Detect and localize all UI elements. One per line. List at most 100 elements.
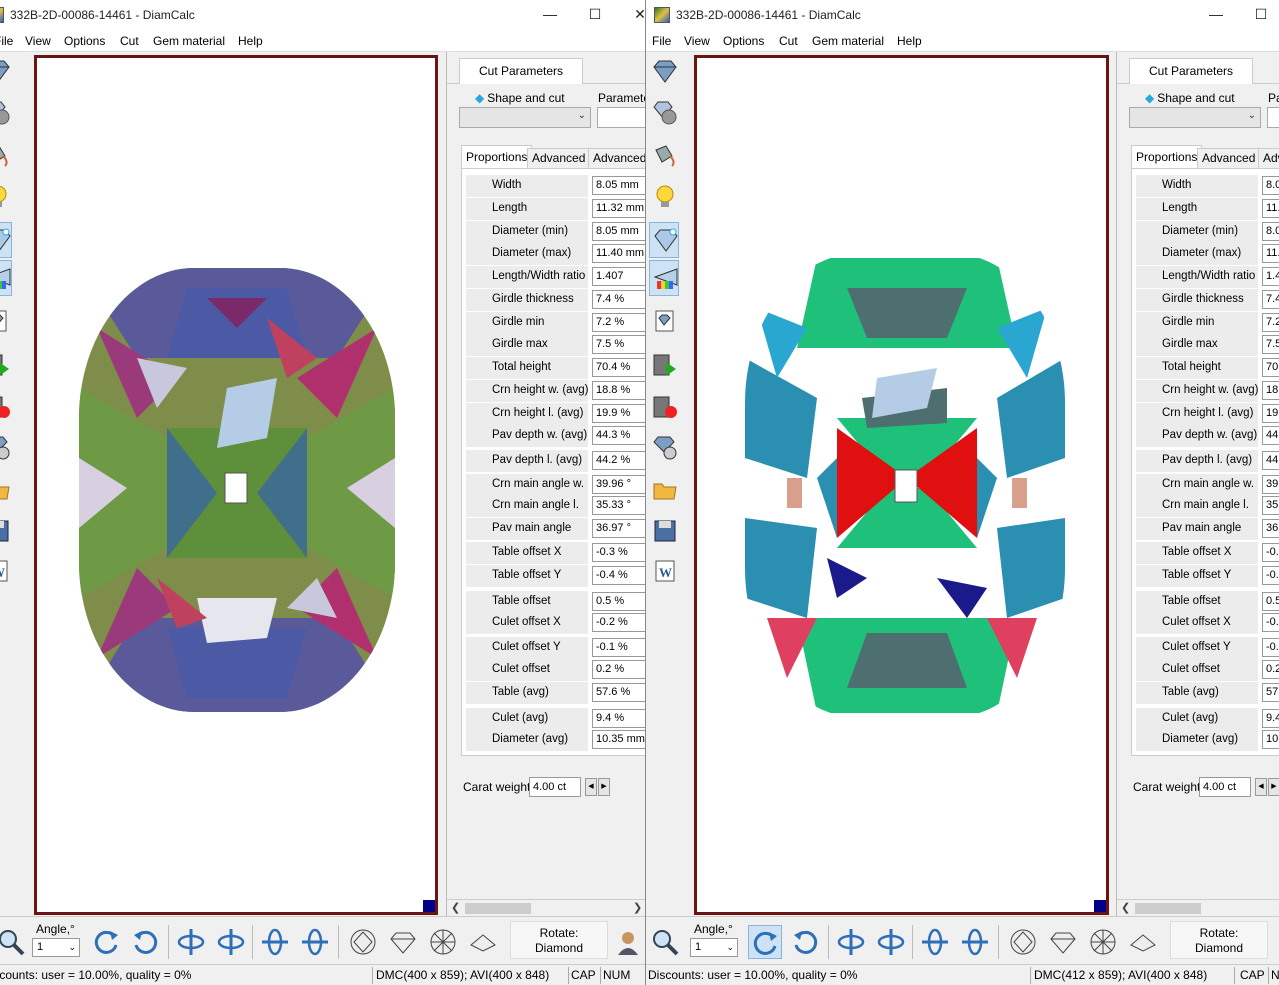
- parameter-input[interactable]: [1267, 107, 1279, 128]
- tab-advanced-1[interactable]: Advanced: [1197, 148, 1261, 169]
- video-play-tool[interactable]: [649, 348, 679, 384]
- property-value-field[interactable]: 8.05 mm: [592, 222, 645, 241]
- flip-horizontal-icon[interactable]: [174, 925, 208, 959]
- property-value-field[interactable]: 44.2: [1262, 451, 1279, 470]
- rotate-mode-box[interactable]: Rotate: Diamond: [510, 921, 608, 959]
- menu-file[interactable]: File: [652, 34, 671, 48]
- property-value-field[interactable]: 35.33 °: [592, 496, 645, 515]
- light-bulb-tool[interactable]: [0, 180, 12, 216]
- tab-proportions[interactable]: Proportions: [1131, 145, 1203, 169]
- property-value-field[interactable]: 70.4 %: [592, 358, 645, 377]
- horizontal-scrollbar[interactable]: ❮ ❯: [447, 899, 645, 916]
- side-view-icon[interactable]: [1046, 925, 1080, 959]
- property-value-field[interactable]: 36.97 °: [592, 519, 645, 538]
- video-record-tool[interactable]: [0, 390, 12, 426]
- shape-select[interactable]: ⌄: [1129, 107, 1261, 128]
- property-value-field[interactable]: 11.32 mm: [592, 199, 645, 218]
- menu-view[interactable]: View: [25, 34, 51, 48]
- property-value-field[interactable]: 1.407: [592, 267, 645, 286]
- diamond-view-tool[interactable]: [649, 54, 679, 90]
- spectrum-tool[interactable]: [0, 260, 12, 296]
- property-value-field[interactable]: 44.3: [1262, 426, 1279, 445]
- scroll-thumb[interactable]: [465, 903, 531, 914]
- light-bulb-tool[interactable]: [649, 180, 679, 216]
- carat-decrease-button[interactable]: ◀: [1255, 778, 1267, 796]
- property-value-field[interactable]: 0.5: [1262, 592, 1279, 611]
- diamond-ball-tool[interactable]: [0, 96, 12, 132]
- tab-cut-parameters[interactable]: Cut Parameters: [459, 58, 583, 84]
- rotate-mode-box[interactable]: Rotate: Diamond: [1170, 921, 1268, 959]
- property-value-field[interactable]: -0.1 %: [592, 638, 645, 657]
- report-tool[interactable]: [649, 304, 679, 340]
- tab-advanced-2[interactable]: Adv: [1258, 148, 1279, 169]
- diamond-view-viewport[interactable]: [694, 55, 1109, 915]
- carat-increase-button[interactable]: ▶: [1268, 778, 1279, 796]
- scroll-left-icon[interactable]: ❮: [1121, 901, 1130, 914]
- carat-weight-input[interactable]: 4.00 ct: [1199, 777, 1251, 797]
- word-export-tool[interactable]: W: [0, 554, 12, 590]
- flip-vertical-icon[interactable]: [918, 925, 952, 959]
- property-value-field[interactable]: 57.6 %: [592, 683, 645, 702]
- side-view-icon[interactable]: [386, 925, 420, 959]
- property-value-field[interactable]: 0.5 %: [592, 592, 645, 611]
- property-value-field[interactable]: -0.3: [1262, 543, 1279, 562]
- shape-select[interactable]: ⌄: [459, 107, 591, 128]
- video-record-tool[interactable]: [649, 390, 679, 426]
- property-value-field[interactable]: 7.2 %: [592, 313, 645, 332]
- diamond-sparkle-tool[interactable]: [649, 222, 679, 258]
- property-value-field[interactable]: 7.5 %: [592, 335, 645, 354]
- property-value-field[interactable]: -0.1: [1262, 638, 1279, 657]
- menu-cut[interactable]: Cut: [120, 34, 139, 48]
- angled-view-icon[interactable]: [466, 925, 500, 959]
- property-value-field[interactable]: 19.9: [1262, 404, 1279, 423]
- property-value-field[interactable]: 9.4 %: [592, 709, 645, 728]
- paint-bucket-tool[interactable]: [649, 138, 679, 174]
- parameter-input[interactable]: [597, 107, 645, 128]
- minimize-button[interactable]: —: [1206, 5, 1226, 23]
- diamond-settings-tool[interactable]: [0, 430, 12, 466]
- property-value-field[interactable]: 36.9: [1262, 519, 1279, 538]
- property-value-field[interactable]: -0.4 %: [592, 566, 645, 585]
- rotate-ccw-icon[interactable]: [128, 925, 162, 959]
- scroll-left-icon[interactable]: ❮: [451, 901, 460, 914]
- paint-bucket-tool[interactable]: [0, 138, 12, 174]
- angle-select[interactable]: 1 ⌄: [690, 938, 738, 957]
- property-value-field[interactable]: 11.4: [1262, 244, 1279, 263]
- zoom-icon[interactable]: [648, 925, 682, 959]
- property-value-field[interactable]: 8.05: [1262, 222, 1279, 241]
- open-folder-tool[interactable]: [0, 472, 12, 508]
- tab-advanced-1[interactable]: Advanced: [527, 148, 591, 169]
- diamond-sparkle-tool[interactable]: [0, 222, 12, 258]
- minimize-button[interactable]: —: [540, 5, 560, 23]
- diamond-settings-tool[interactable]: [649, 430, 679, 466]
- menu-file[interactable]: File: [0, 34, 13, 48]
- property-value-field[interactable]: 0.2: [1262, 660, 1279, 679]
- menu-cut[interactable]: Cut: [779, 34, 798, 48]
- property-value-field[interactable]: 70.4: [1262, 358, 1279, 377]
- menu-help[interactable]: Help: [238, 34, 263, 48]
- property-value-field[interactable]: 44.2 %: [592, 451, 645, 470]
- maximize-button[interactable]: ☐: [585, 5, 605, 23]
- zoom-icon[interactable]: [0, 925, 28, 959]
- close-button[interactable]: ✕: [630, 5, 645, 23]
- tab-cut-parameters[interactable]: Cut Parameters: [1129, 58, 1253, 84]
- flip-horizontal-2-icon[interactable]: [214, 925, 248, 959]
- top-view-icon[interactable]: [1006, 925, 1040, 959]
- menu-options[interactable]: Options: [64, 34, 105, 48]
- menu-help[interactable]: Help: [897, 34, 922, 48]
- menu-options[interactable]: Options: [723, 34, 764, 48]
- property-value-field[interactable]: 39.96 °: [592, 475, 645, 494]
- flip-vertical-2-icon[interactable]: [958, 925, 992, 959]
- property-value-field[interactable]: 8.05 mm: [592, 176, 645, 195]
- flip-horizontal-icon[interactable]: [834, 925, 868, 959]
- carat-increase-button[interactable]: ▶: [598, 778, 610, 796]
- bottom-view-icon[interactable]: [1086, 925, 1120, 959]
- diamond-ball-tool[interactable]: [649, 96, 679, 132]
- flip-vertical-icon[interactable]: [258, 925, 292, 959]
- rotate-cw-icon[interactable]: [748, 925, 782, 959]
- open-folder-tool[interactable]: [649, 472, 679, 508]
- property-value-field[interactable]: -0.2 %: [592, 613, 645, 632]
- spectrum-tool[interactable]: [649, 260, 679, 296]
- save-tool[interactable]: [0, 514, 12, 550]
- property-value-field[interactable]: 35.3: [1262, 496, 1279, 515]
